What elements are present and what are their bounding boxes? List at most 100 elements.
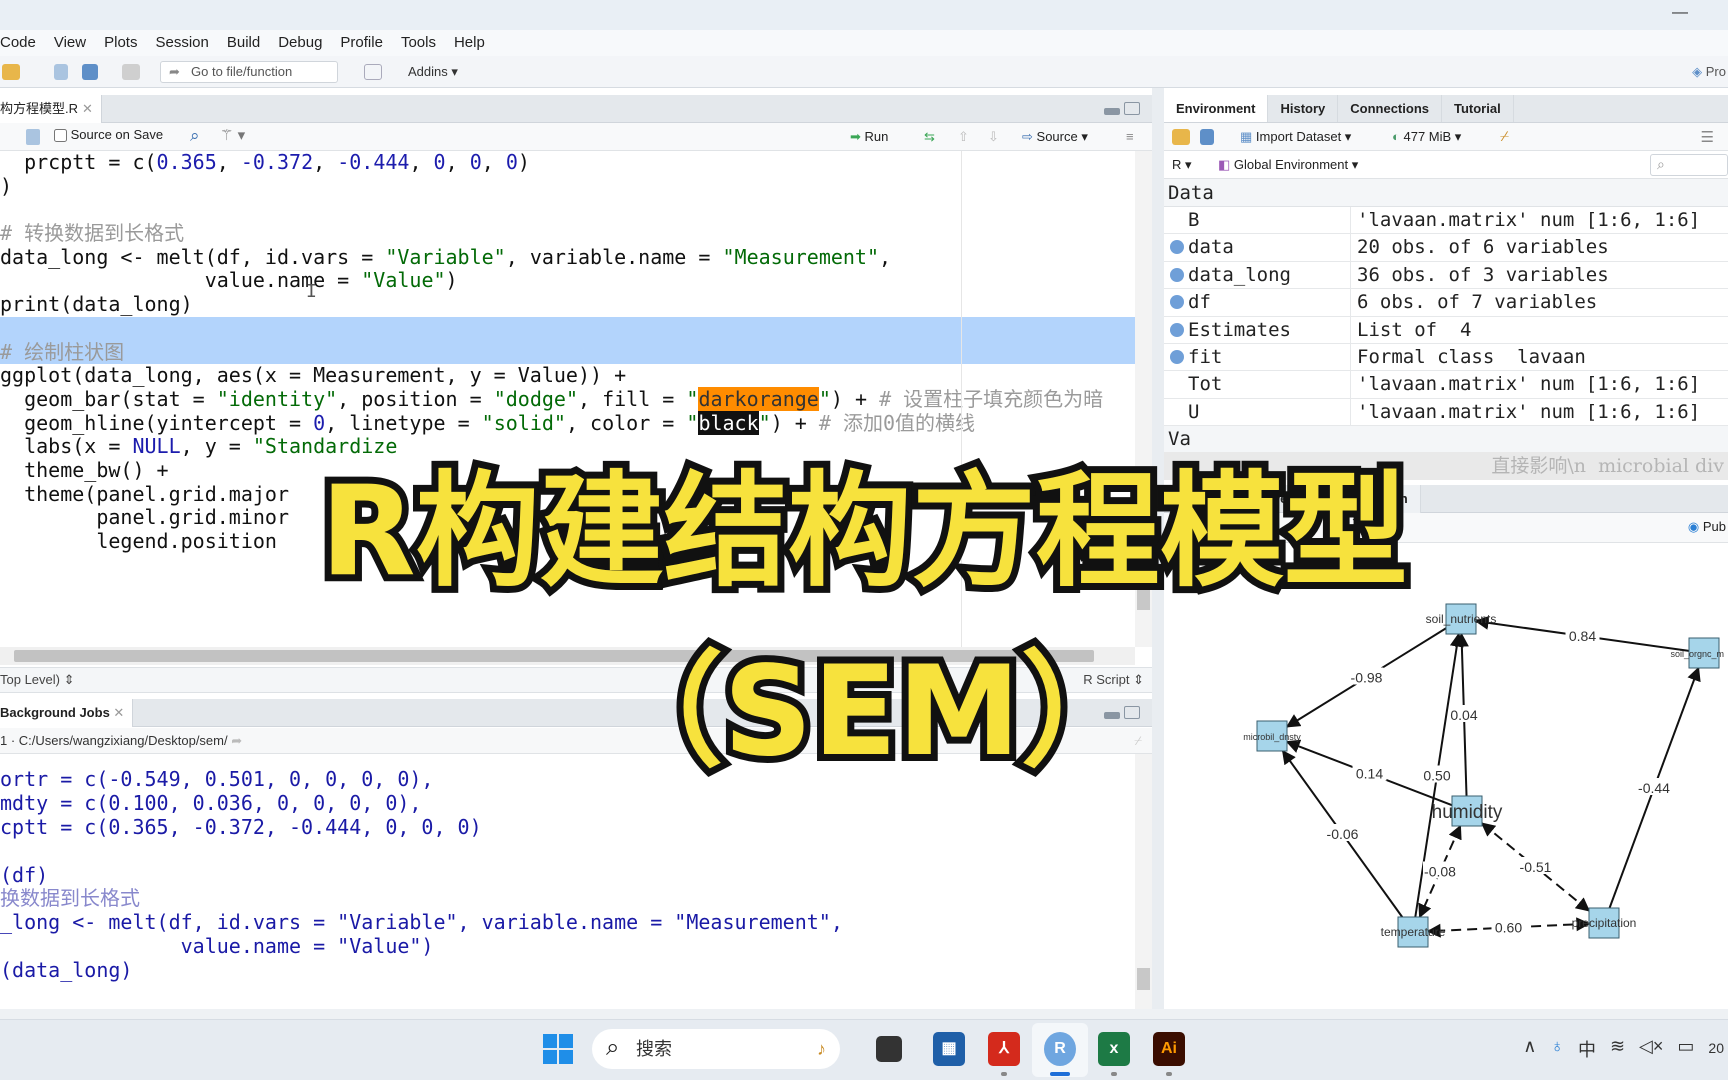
windows-start-icon[interactable] [543, 1034, 573, 1064]
console-output[interactable]: ortr = c(-0.549, 0.501, 0, 0, 0, 0), mdty… [0, 754, 1135, 1009]
menu-profile[interactable]: Profile [331, 30, 392, 56]
menu-view[interactable]: View [45, 30, 95, 56]
expand-icon[interactable] [1170, 349, 1184, 364]
microphone-icon[interactable]: ♁ [1550, 1036, 1564, 1062]
menu-tools[interactable]: Tools [392, 30, 445, 56]
minimize-pane-icon[interactable] [1104, 108, 1120, 115]
environment-search-input[interactable]: ⌕ [1650, 154, 1728, 176]
rstudio-icon[interactable]: R [1044, 1032, 1076, 1066]
env-row[interactable]: B 'lavaan.matrix' num [1:6, 1:6] [1164, 207, 1728, 235]
expand-icon[interactable] [1170, 295, 1184, 310]
outline-icon[interactable]: ≡ [1126, 129, 1134, 144]
microsoft-store-icon[interactable]: ▦ [933, 1032, 965, 1066]
menu-build[interactable]: Build [218, 30, 269, 56]
env-row[interactable]: U 'lavaan.matrix' num [1:6, 1:6] [1164, 398, 1728, 427]
grid-layout-icon[interactable] [364, 64, 382, 80]
code-line[interactable]: prcptt = c(0.365, -0.372, -0.444, 0, 0, … [0, 150, 1135, 175]
env-row[interactable]: Tot 'lavaan.matrix' num [1:6, 1:6] [1164, 371, 1728, 399]
code-line[interactable]: # 绘制柱状图 [0, 339, 1135, 365]
print-icon[interactable] [122, 64, 140, 80]
clock[interactable]: 20 [1708, 1036, 1724, 1062]
code-line[interactable] [0, 316, 1135, 341]
tab-connections[interactable]: Connections [1338, 95, 1442, 122]
go-to-file-input[interactable]: Go to file/function [160, 61, 338, 83]
expand-icon[interactable] [1170, 267, 1184, 282]
env-name: U [1188, 400, 1200, 423]
down-arrow-icon[interactable]: ⇩ [988, 129, 999, 145]
env-value: 6 obs. of 7 variables [1350, 289, 1597, 317]
memory-usage-button[interactable]: ◐ 477 MiB ▾ [1392, 129, 1461, 145]
editor-tab-file[interactable]: 构方程模型.R ✕ [0, 95, 102, 123]
search-icon[interactable]: ⌕ [190, 126, 200, 146]
console-scroll-thumb[interactable] [1137, 968, 1150, 990]
wifi-icon[interactable]: ≋ [1610, 1036, 1625, 1062]
run-button[interactable]: ➡ Run [850, 129, 888, 145]
code-token: -0.444 [337, 150, 410, 174]
source-on-save-label: Source on Save [70, 127, 164, 142]
code-line[interactable]: data_long <- melt(df, id.vars = "Variabl… [0, 245, 1135, 270]
broom-icon[interactable]: ⌿ [1500, 128, 1509, 145]
code-line[interactable]: ) [0, 174, 1135, 199]
illustrator-icon[interactable]: Ai [1153, 1032, 1185, 1066]
tab-tutorial[interactable]: Tutorial [1442, 95, 1514, 122]
code-line[interactable]: value.name = "Value") [0, 269, 1135, 293]
env-row[interactable]: data_long 36 obs. of 3 variables [1164, 261, 1728, 290]
taskbar-search[interactable]: 搜索 ♪ [592, 1028, 840, 1069]
editor-tab-label: 构方程模型.R [0, 101, 79, 116]
save-icon[interactable] [26, 129, 40, 145]
env-row[interactable]: fit Formal class lavaan [1164, 343, 1728, 372]
menu-debug[interactable]: Debug [269, 30, 331, 56]
memory-pie-icon: ◐ [1392, 129, 1400, 144]
code-line[interactable]: print(data_long) [0, 292, 1135, 317]
menu-session[interactable]: Session [146, 30, 217, 56]
env-row[interactable]: Estimates List of 4 [1164, 316, 1728, 344]
env-row[interactable]: data 20 obs. of 6 variables [1164, 234, 1728, 262]
save-all-icon[interactable] [82, 64, 98, 80]
expand-icon[interactable] [1170, 322, 1184, 337]
code-line[interactable] [0, 198, 1135, 222]
tab-environment[interactable]: Environment [1164, 95, 1269, 122]
save-icon[interactable] [54, 64, 68, 80]
checkbox[interactable] [54, 129, 67, 143]
search-highlight-icon: ♪ [817, 1039, 826, 1059]
pane-window-controls[interactable] [1104, 102, 1140, 115]
mute-icon[interactable]: ◁× [1639, 1036, 1663, 1062]
battery-icon[interactable]: ▭ [1677, 1036, 1694, 1062]
code-token: # 绘制柱状图 [0, 339, 125, 364]
import-dataset-button[interactable]: ▦ Import Dataset ▾ [1240, 129, 1351, 145]
rerun-icon[interactable]: ⇆ [924, 129, 935, 145]
code-line[interactable]: ggplot(data_long, aes(x = Measurement, y… [0, 363, 1135, 388]
close-icon[interactable]: ✕ [82, 101, 93, 116]
tab-history[interactable]: History [1268, 95, 1339, 122]
environment-selector[interactable]: ◧ Global Environment ▾ [1218, 157, 1358, 173]
menu-help[interactable]: Help [445, 30, 494, 56]
node-label: precipitation [1572, 916, 1637, 930]
chevron-up-icon[interactable]: ∧ [1523, 1036, 1536, 1062]
addins-menu[interactable]: Addins ▾ [408, 64, 458, 80]
excel-icon[interactable]: x [1098, 1032, 1130, 1066]
language-selector[interactable]: R ▾ [1172, 157, 1192, 173]
menu-code[interactable]: Code [0, 30, 45, 56]
open-file-icon[interactable] [2, 64, 20, 80]
file-explorer-icon[interactable] [876, 1036, 902, 1062]
acrobat-icon[interactable]: ⅄ [988, 1032, 1020, 1066]
expand-icon[interactable] [1170, 240, 1184, 255]
minimize-button[interactable]: — [1672, 4, 1688, 22]
source-button[interactable]: ⇨ Source ▾ [1022, 129, 1088, 145]
maximize-pane-icon[interactable] [1124, 102, 1140, 115]
source-on-save-checkbox[interactable]: Source on Save [54, 127, 164, 143]
load-workspace-icon[interactable] [1172, 129, 1190, 145]
console-line: (df) [0, 862, 49, 887]
code-token: , fill = [578, 386, 687, 411]
code-line[interactable]: geom_bar(stat = "identity", position = "… [0, 386, 1135, 412]
menu-plots[interactable]: Plots [95, 30, 146, 56]
magic-wand-icon[interactable]: ⚚ ▾ [220, 126, 245, 144]
ime-indicator[interactable]: 中 [1578, 1036, 1596, 1062]
list-view-icon[interactable]: ☰ [1701, 128, 1714, 146]
env-row[interactable]: df 6 obs. of 7 variables [1164, 289, 1728, 317]
code-token: 0 [469, 150, 482, 174]
project-menu[interactable]: ◈ Pro [1692, 64, 1726, 80]
save-workspace-icon[interactable] [1200, 129, 1214, 145]
code-line[interactable]: # 转换数据到长格式 [0, 221, 1135, 246]
up-arrow-icon[interactable]: ⇧ [958, 129, 969, 145]
